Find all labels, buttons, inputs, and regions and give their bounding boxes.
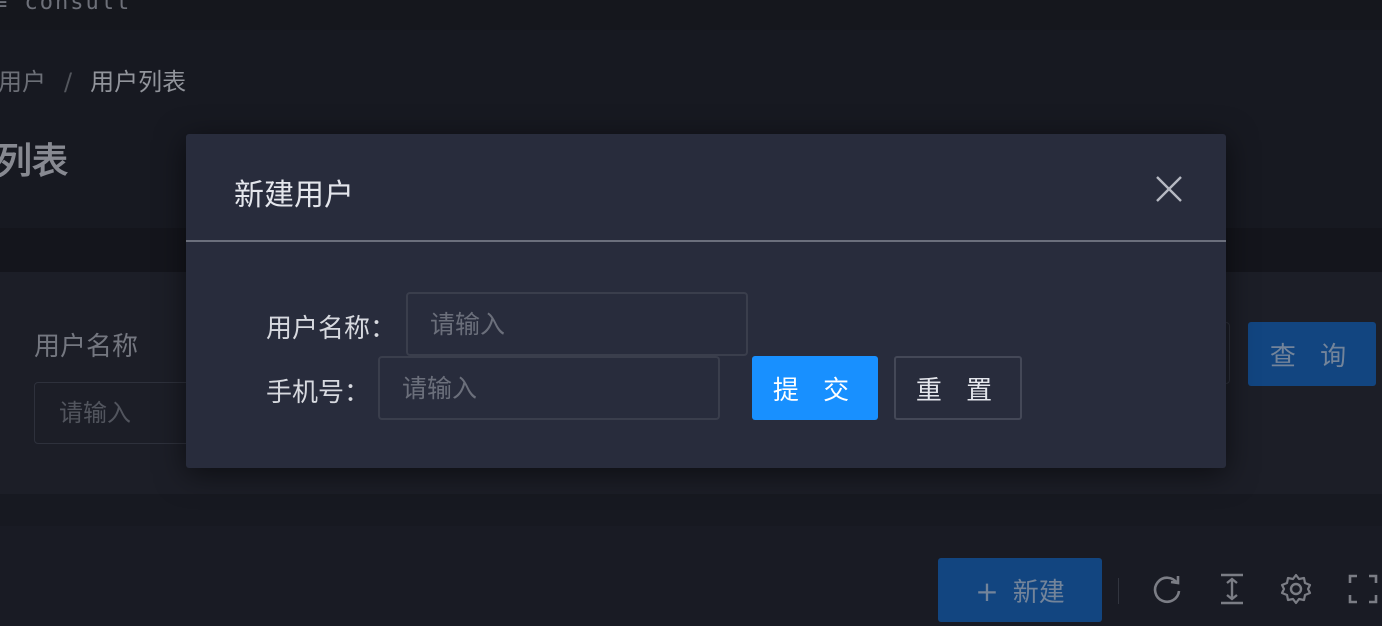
close-icon[interactable] (1154, 174, 1184, 204)
new-user-modal: 新建用户 用户名称： 手机号： 提 交 重 置 (186, 134, 1226, 468)
reset-button[interactable]: 重 置 (894, 356, 1022, 420)
submit-button[interactable]: 提 交 (752, 356, 878, 420)
phone-label: 手机号： (266, 378, 371, 408)
username-label: 用户名称： (266, 314, 397, 344)
modal-header: 新建用户 (186, 134, 1226, 242)
phone-input[interactable] (378, 356, 720, 420)
modal-title: 新建用户 (234, 178, 354, 213)
username-input[interactable] (406, 292, 748, 356)
